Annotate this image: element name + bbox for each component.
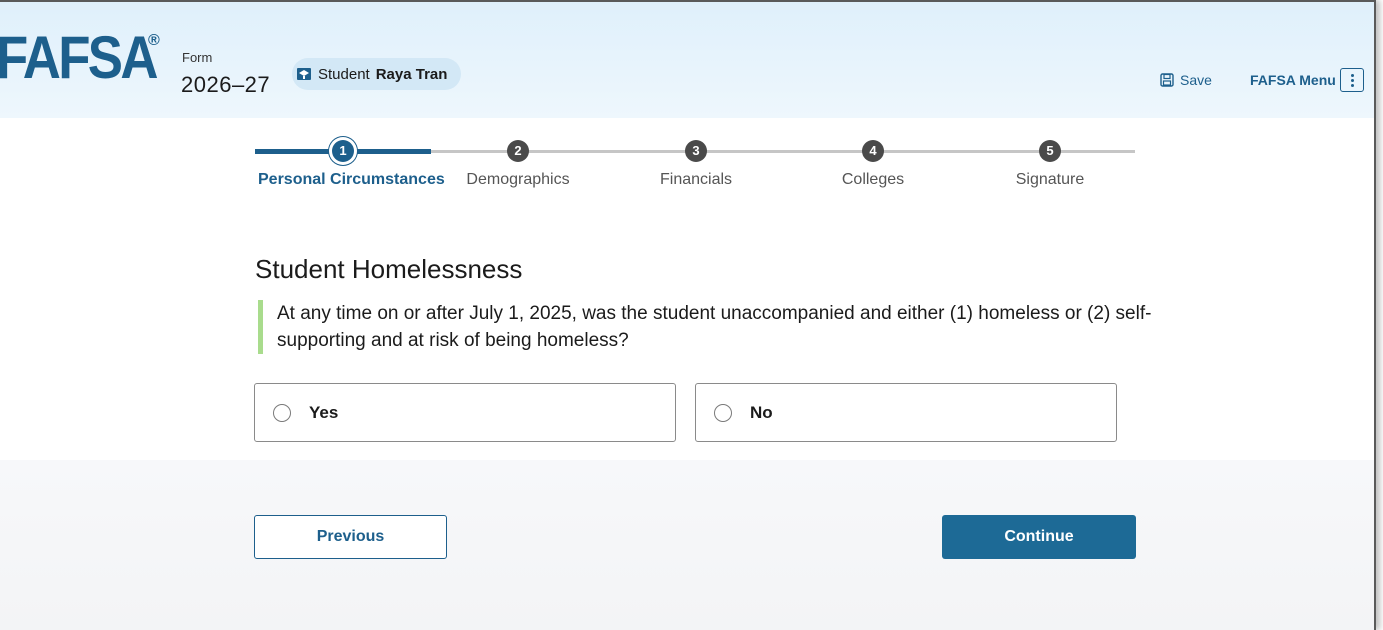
step-number: 5 (1039, 140, 1061, 162)
option-yes[interactable]: Yes (254, 383, 676, 442)
radio-yes[interactable] (273, 403, 291, 422)
step-label: Signature (1015, 171, 1085, 188)
student-badge: Student Raya Tran (292, 58, 462, 90)
fafsa-logo[interactable]: FAFSA (0, 28, 159, 88)
save-button[interactable]: Save (1160, 72, 1212, 88)
progress-stepper: 1 Personal Circumstances 2 Demographics … (255, 140, 1135, 200)
previous-button[interactable]: Previous (254, 515, 447, 559)
question-text: At any time on or after July 1, 2025, wa… (258, 300, 1157, 354)
step-label: Financials (659, 171, 733, 188)
step-personal-circumstances: 1 Personal Circumstances (258, 140, 445, 189)
registered-mark: ® (148, 32, 160, 49)
student-name: Raya Tran (375, 65, 448, 83)
step-number: 3 (685, 140, 707, 162)
step-label: Personal Circumstances (258, 171, 445, 188)
step-number: 4 (862, 140, 884, 162)
option-label: No (750, 402, 773, 422)
option-label: Yes (309, 402, 339, 422)
option-no[interactable]: No (695, 383, 1117, 442)
continue-button[interactable]: Continue (942, 515, 1136, 559)
save-label: Save (1180, 72, 1212, 88)
step-signature: 5 Signature (965, 140, 1135, 189)
footer-area (0, 460, 1374, 630)
page-frame: FAFSA ® Form 2026–27 Student Raya Tran S… (0, 0, 1376, 630)
save-icon (1160, 73, 1174, 87)
radio-no[interactable] (714, 403, 732, 422)
step-financials: 3 Financials (611, 140, 781, 189)
step-number: 1 (332, 140, 354, 162)
step-label: Demographics (466, 171, 570, 188)
app-header: FAFSA ® Form 2026–27 Student Raya Tran S… (0, 2, 1374, 118)
step-colleges: 4 Colleges (788, 140, 958, 189)
student-prefix: Student (318, 65, 370, 83)
kebab-menu-icon[interactable] (1340, 68, 1364, 92)
step-label: Colleges (841, 171, 905, 188)
fafsa-menu-button[interactable]: FAFSA Menu (1250, 72, 1336, 88)
student-cap-icon (297, 68, 311, 80)
form-label: Form (182, 50, 213, 65)
page-title: Student Homelessness (255, 254, 523, 284)
form-year: 2026–27 (181, 72, 271, 97)
step-number: 2 (507, 140, 529, 162)
step-demographics: 2 Demographics (433, 140, 603, 189)
